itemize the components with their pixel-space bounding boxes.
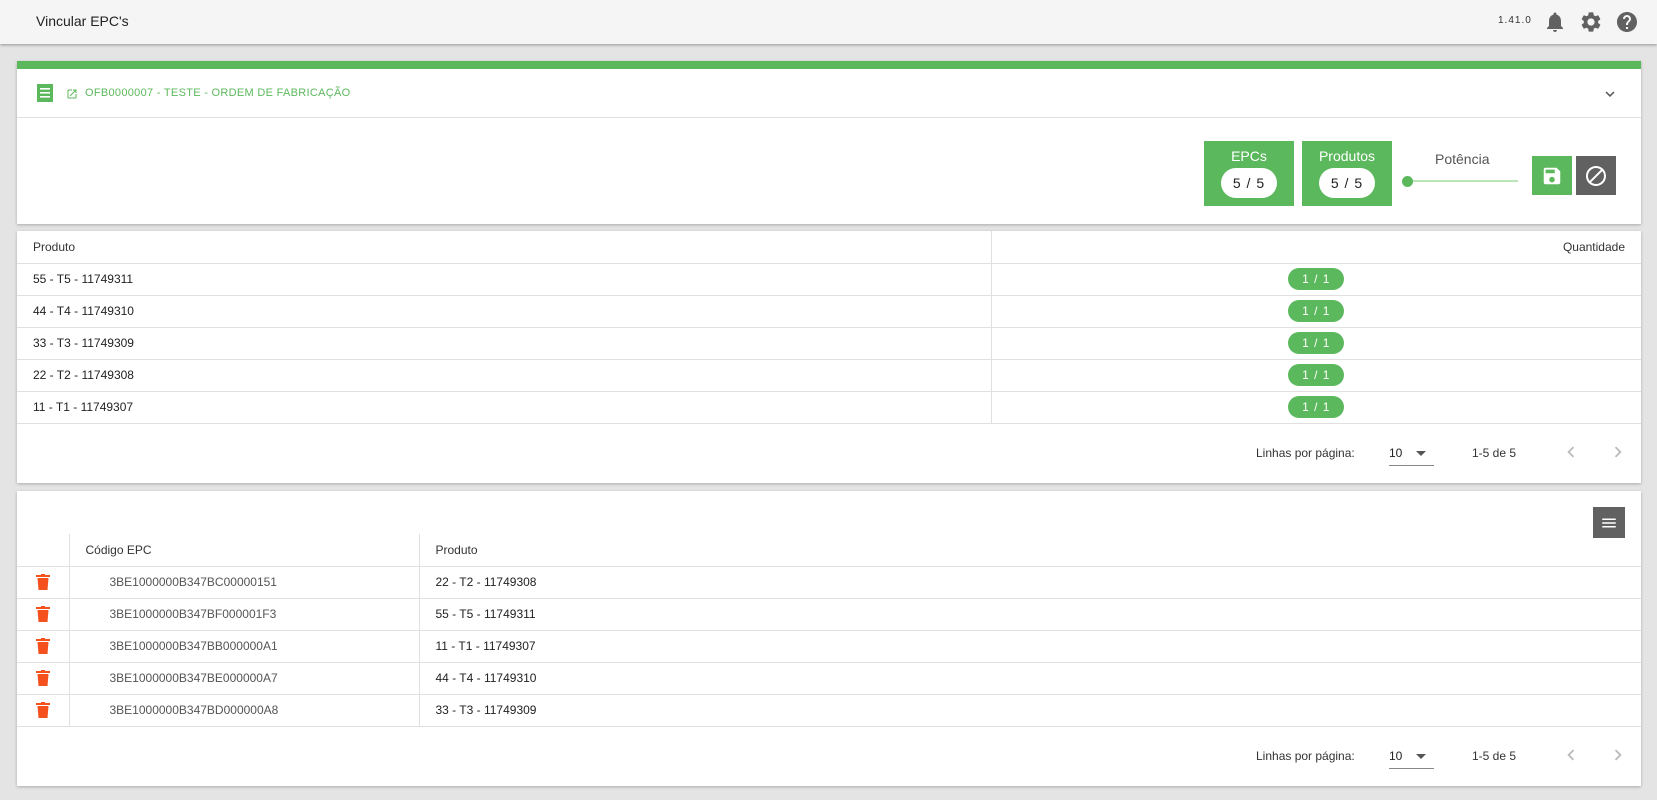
gear-icon[interactable] [1579, 10, 1603, 34]
order-card: OFB0000007 - TESTE - ORDEM DE FABRICAÇÃO… [17, 61, 1641, 224]
produtos-counter-label: Produtos [1318, 148, 1376, 164]
quantity-badge: 1 / 1 [1288, 332, 1345, 354]
table-header-row: Produto Quantidade [17, 231, 1641, 264]
quantity-badge: 1 / 1 [1288, 364, 1345, 386]
row-produto: 55 - T5 - 11749311 [17, 263, 991, 296]
prev-page-icon[interactable] [1560, 441, 1582, 463]
quantity-badge: 1 / 1 [1288, 300, 1345, 322]
page-range: 1-5 de 5 [1472, 749, 1517, 763]
save-button[interactable] [1532, 156, 1572, 195]
trash-icon[interactable] [35, 606, 50, 622]
rows-per-page-select[interactable]: 10 [1389, 743, 1434, 769]
table-row: 3BE1000000B347BE000000A7 44 - T4 - 11749… [17, 662, 1641, 695]
open-in-new-icon[interactable] [66, 87, 78, 99]
row-produto: 11 - T1 - 11749307 [17, 391, 991, 424]
produtos-counter-value: 5 / 5 [1318, 168, 1376, 198]
menu-icon [1602, 518, 1616, 527]
row-produto: 44 - T4 - 11749310 [418, 662, 1641, 695]
bell-icon[interactable] [1543, 10, 1567, 34]
epc-table: Código EPC Produto 3BE1000000B347BC00000… [17, 534, 1641, 727]
app-title: Vincular EPC's [36, 13, 129, 29]
row-produto: 22 - T2 - 11749308 [17, 359, 991, 392]
row-codigo-epc: 3BE1000000B347BE000000A7 [68, 662, 419, 695]
save-icon [1543, 167, 1561, 184]
epc-pagination: Linhas por página: 10 1-5 de 5 [17, 727, 1641, 783]
cancel-button[interactable] [1576, 156, 1616, 195]
header-produto[interactable]: Produto [418, 534, 1641, 567]
produtos-counter: Produtos 5 / 5 [1302, 141, 1392, 206]
row-codigo-epc: 3BE1000000B347BD000000A8 [68, 694, 419, 727]
trash-icon[interactable] [35, 574, 50, 590]
row-produto: 44 - T4 - 11749310 [17, 295, 991, 328]
products-table: Produto Quantidade 55 - T5 - 11749311 1 … [17, 231, 1641, 424]
next-page-icon[interactable] [1607, 441, 1629, 463]
table-row: 33 - T3 - 11749309 1 / 1 [17, 327, 1641, 360]
row-produto: 11 - T1 - 11749307 [418, 630, 1641, 663]
trash-icon[interactable] [35, 638, 50, 654]
block-icon [1586, 165, 1606, 186]
header-quantidade[interactable]: Quantidade [990, 231, 1641, 264]
potencia-label: Potência [1435, 151, 1490, 167]
rows-per-page-value: 10 [1389, 446, 1403, 460]
quantity-badge: 1 / 1 [1288, 396, 1345, 418]
rows-per-page-select[interactable]: 10 [1389, 440, 1434, 466]
slider-thumb[interactable] [1402, 176, 1413, 187]
row-codigo-epc: 3BE1000000B347BF000001F3 [68, 598, 419, 631]
top-bar: Vincular EPC's 1.41.0 [0, 0, 1657, 44]
caret-down-icon [1416, 451, 1426, 456]
table-header-row: Código EPC Produto [17, 534, 1641, 567]
epcs-counter-label: EPCs [1231, 148, 1267, 164]
trash-icon[interactable] [35, 670, 50, 686]
rows-per-page-label: Linhas por página: [1256, 446, 1355, 460]
page-range: 1-5 de 5 [1472, 446, 1517, 460]
row-produto: 33 - T3 - 11749309 [418, 694, 1641, 727]
row-codigo-epc: 3BE1000000B347BC00000151 [68, 566, 419, 599]
table-row: 44 - T4 - 11749310 1 / 1 [17, 295, 1641, 328]
header-codigo-epc[interactable]: Código EPC [68, 534, 419, 567]
order-title[interactable]: OFB0000007 - TESTE - ORDEM DE FABRICAÇÃO [85, 87, 350, 99]
table-row: 11 - T1 - 11749307 1 / 1 [17, 391, 1641, 424]
trash-icon[interactable] [35, 702, 50, 718]
epc-card: Código EPC Produto 3BE1000000B347BC00000… [17, 491, 1641, 786]
epcs-counter: EPCs 5 / 5 [1204, 141, 1294, 206]
table-row: 55 - T5 - 11749311 1 / 1 [17, 263, 1641, 296]
quantity-badge: 1 / 1 [1288, 268, 1345, 290]
row-produto: 55 - T5 - 11749311 [418, 598, 1641, 631]
prev-page-icon[interactable] [1560, 744, 1582, 766]
order-header[interactable]: OFB0000007 - TESTE - ORDEM DE FABRICAÇÃO [17, 69, 1641, 118]
table-row: 3BE1000000B347BD000000A8 33 - T3 - 11749… [17, 694, 1641, 727]
receipt-icon [35, 83, 55, 103]
app-version: 1.41.0 [1498, 15, 1532, 26]
products-pagination: Linhas por página: 10 1-5 de 5 [17, 424, 1641, 480]
rows-per-page-label: Linhas por página: [1256, 749, 1355, 763]
row-produto: 22 - T2 - 11749308 [418, 566, 1641, 599]
slider-track [1406, 180, 1518, 182]
header-produto[interactable]: Produto [17, 231, 991, 264]
table-row: 3BE1000000B347BF000001F3 55 - T5 - 11749… [17, 598, 1641, 631]
table-row: 3BE1000000B347BB000000A1 11 - T1 - 11749… [17, 630, 1641, 663]
header-actions [17, 534, 69, 567]
caret-down-icon [1416, 754, 1426, 759]
chevron-down-icon[interactable] [1601, 85, 1619, 103]
epcs-counter-value: 5 / 5 [1220, 168, 1278, 198]
row-codigo-epc: 3BE1000000B347BB000000A1 [68, 630, 419, 663]
row-produto: 33 - T3 - 11749309 [17, 327, 991, 360]
rows-per-page-value: 10 [1389, 749, 1403, 763]
next-page-icon[interactable] [1607, 744, 1629, 766]
table-row: 22 - T2 - 11749308 1 / 1 [17, 359, 1641, 392]
table-row: 3BE1000000B347BC00000151 22 - T2 - 11749… [17, 566, 1641, 599]
potencia-slider[interactable] [1402, 173, 1522, 189]
products-card: Produto Quantidade 55 - T5 - 11749311 1 … [17, 231, 1641, 483]
help-icon[interactable] [1615, 10, 1639, 34]
